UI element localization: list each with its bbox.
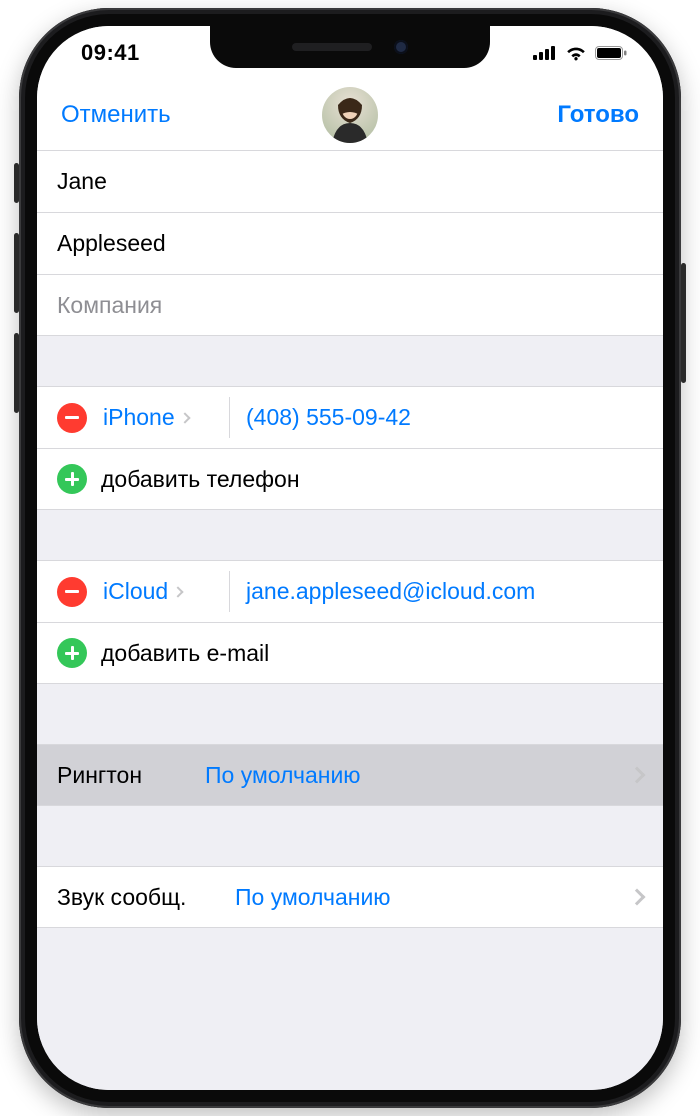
add-phone-button[interactable] [57, 464, 87, 494]
texttone-value: По умолчанию [235, 884, 631, 911]
section-gap [37, 806, 663, 866]
section-gap [37, 684, 663, 744]
chevron-right-icon [179, 412, 190, 423]
remove-email-button[interactable] [57, 577, 87, 607]
front-camera [394, 40, 408, 54]
first-name-row[interactable] [37, 150, 663, 212]
chevron-right-icon [629, 889, 646, 906]
iphone-frame: 09:41 Отменить [19, 8, 681, 1108]
ringtone-value: По умолчанию [205, 762, 631, 789]
last-name-field[interactable] [57, 230, 643, 257]
texttone-row[interactable]: Звук сообщ. По умолчанию [37, 866, 663, 928]
done-button[interactable]: Готово [557, 101, 639, 129]
add-email-button[interactable] [57, 638, 87, 668]
vertical-separator [229, 397, 230, 438]
remove-phone-button[interactable] [57, 403, 87, 433]
notch [210, 26, 490, 68]
add-email-label: добавить e-mail [101, 640, 269, 667]
add-phone-row[interactable]: добавить телефон [37, 448, 663, 510]
volume-down-button [14, 333, 19, 413]
cancel-button[interactable]: Отменить [61, 101, 171, 129]
email-type-selector[interactable]: iCloud [103, 578, 213, 605]
email-section: iCloud jane.appleseed@icloud.com добавит… [37, 560, 663, 684]
cellular-icon [533, 46, 557, 60]
vertical-separator [229, 571, 230, 612]
screen: 09:41 Отменить [37, 26, 663, 1090]
contact-avatar[interactable] [322, 87, 378, 143]
ringtone-section: Рингтон По умолчанию [37, 744, 663, 806]
mute-switch [14, 163, 19, 203]
first-name-field[interactable] [57, 168, 643, 195]
volume-up-button [14, 233, 19, 313]
chevron-right-icon [173, 586, 184, 597]
status-time: 09:41 [81, 40, 140, 66]
speaker-grille [292, 43, 372, 51]
name-section [37, 150, 663, 336]
section-gap [37, 336, 663, 386]
add-phone-label: добавить телефон [101, 466, 300, 493]
wifi-icon [565, 45, 587, 61]
ringtone-row[interactable]: Рингтон По умолчанию [37, 744, 663, 806]
email-type-label: iCloud [103, 578, 168, 605]
chevron-right-icon [629, 767, 646, 784]
battery-icon [595, 46, 627, 60]
section-gap [37, 510, 663, 560]
phone-number-value[interactable]: (408) 555-09-42 [246, 404, 411, 431]
ringtone-label: Рингтон [57, 762, 197, 789]
phone-type-label: iPhone [103, 404, 175, 431]
texttone-label: Звук сообщ. [57, 884, 227, 911]
add-email-row[interactable]: добавить e-mail [37, 622, 663, 684]
status-indicators [533, 45, 627, 61]
phone-section: iPhone (408) 555-09-42 добавить телефон [37, 386, 663, 510]
email-row[interactable]: iCloud jane.appleseed@icloud.com [37, 560, 663, 622]
company-row[interactable] [37, 274, 663, 336]
last-name-row[interactable] [37, 212, 663, 274]
phone-type-selector[interactable]: iPhone [103, 404, 213, 431]
section-gap [37, 928, 663, 1090]
email-value[interactable]: jane.appleseed@icloud.com [246, 578, 535, 605]
nav-bar: Отменить Готово [37, 80, 663, 150]
phone-row[interactable]: iPhone (408) 555-09-42 [37, 386, 663, 448]
texttone-section: Звук сообщ. По умолчанию [37, 866, 663, 928]
power-button [681, 263, 686, 383]
company-field[interactable] [57, 292, 643, 319]
